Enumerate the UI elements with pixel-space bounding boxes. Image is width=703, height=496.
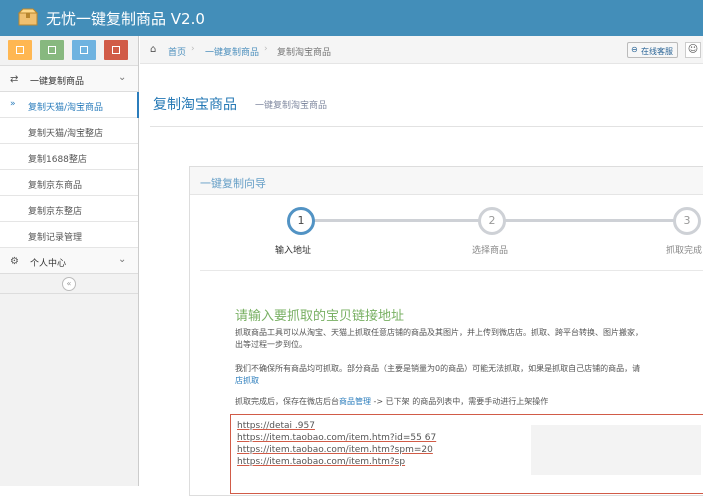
page-title: 复制淘宝商品 xyxy=(153,97,237,113)
url-line: https://item.taobao.com/item.htm?id=55 6… xyxy=(237,433,436,443)
url-line: https://item.taobao.com/item.htm?sp xyxy=(237,457,405,467)
sidebar-item-copy-tmall-taobao-product[interactable]: » 复制天猫/淘宝商品 xyxy=(0,92,139,118)
calendar-icon xyxy=(16,46,24,54)
box-logo-icon xyxy=(18,8,38,26)
sidebar-collapse-bar: « xyxy=(0,274,138,294)
book-icon xyxy=(112,46,120,54)
url-text: https://item.taobao.com/item.htm?sp xyxy=(237,457,406,467)
sidebar-item-label: 复制天猫/淘宝商品 xyxy=(28,103,104,113)
book-shortcut-button[interactable] xyxy=(104,40,128,60)
square-shortcut-button[interactable] xyxy=(40,40,64,60)
url-input-textarea[interactable]: https://detai .957 https://item.taobao.c… xyxy=(230,414,703,494)
url-line: https://detai .957 xyxy=(237,421,315,431)
step-2-circle: 2 xyxy=(478,207,506,235)
redaction-blur xyxy=(531,425,701,475)
sidebar-item-copy-records[interactable]: 复制记录管理 xyxy=(0,222,138,248)
instruction-line: 抓取商品工具可以从淘宝、天猫上抓取任意店铺的商品及其图片，并上传到微店店。抓取、… xyxy=(235,328,643,337)
step-1-label: 输入地址 xyxy=(275,246,312,256)
sidebar-group-personal-center[interactable]: ⚙ 个人中心 ⌄ xyxy=(0,248,138,274)
shuffle-icon: ⇄ xyxy=(10,74,19,85)
sidebar: ⇄ 一键复制商品 ⌄ » 复制天猫/淘宝商品 复制天猫/淘宝整店 复制1688整… xyxy=(0,36,139,486)
home-icon: ⌂ xyxy=(150,44,157,55)
breadcrumb-separator-icon: › xyxy=(264,44,268,54)
collapse-sidebar-button[interactable]: « xyxy=(62,277,76,291)
shortcut-bar xyxy=(0,36,138,66)
product-management-link[interactable]: 商品管理 xyxy=(339,397,371,406)
url-text: https://detai .957 xyxy=(237,421,315,431)
chevron-down-icon: ⌄ xyxy=(118,254,127,265)
grid-shortcut-button[interactable] xyxy=(72,40,96,60)
step-3-label: 抓取完成 xyxy=(666,246,703,256)
disclaimer-paragraph: 我们不确保所有商品均可抓取。部分商品（主要是销量为0的商品）可能无法抓取，如果是… xyxy=(235,363,703,387)
note-text: 抓取完成后，保存在微店后台 xyxy=(235,397,339,406)
wizard-title: 一键复制向导 xyxy=(200,177,266,190)
instruction-paragraph: 抓取商品工具可以从淘宝、天猫上抓取任意店铺的商品及其图片，并上传到微店店。抓取、… xyxy=(235,327,703,351)
top-header: 无忧一键复制商品 V2.0 xyxy=(0,0,703,36)
minus-circle-icon: ⊖ xyxy=(631,45,638,54)
url-prompt-heading: 请输入要抓取的宝贝链接地址 xyxy=(235,309,405,324)
sidebar-item-copy-tmall-taobao-store[interactable]: 复制天猫/淘宝整店 xyxy=(0,118,138,144)
instruction-line: 出等过程一步到位。 xyxy=(235,340,307,349)
sidebar-item-label: 复制天猫/淘宝整店 xyxy=(28,129,104,139)
copy-wizard-panel: 一键复制向导 1 2 3 输入地址 选择商品 抓取完成 请输入要抓取的宝贝链接地… xyxy=(189,166,703,496)
breadcrumb-copy-products-link[interactable]: 一键复制商品 xyxy=(205,45,259,58)
breadcrumb-current: 复制淘宝商品 xyxy=(277,48,332,58)
user-avatar-icon[interactable]: ☺ xyxy=(685,42,701,58)
active-indicator xyxy=(137,92,139,118)
sidebar-item-copy-jd-product[interactable]: 复制京东商品 xyxy=(0,170,138,196)
sidebar-group-label: 一键复制商品 xyxy=(30,77,85,87)
sidebar-group-copy-products[interactable]: ⇄ 一键复制商品 ⌄ xyxy=(0,66,138,92)
sidebar-item-label: 复制记录管理 xyxy=(28,233,83,243)
sidebar-item-label: 复制1688整店 xyxy=(28,155,87,165)
breadcrumb: ⌂ 首页 › 一键复制商品 › 复制淘宝商品 ⊖ 在线客服 ☺ xyxy=(140,36,703,64)
sidebar-item-copy-jd-store[interactable]: 复制京东整店 xyxy=(0,196,138,222)
page-subtitle: 一键复制淘宝商品 xyxy=(255,101,328,111)
sidebar-item-label: 复制京东整店 xyxy=(28,207,83,217)
sidebar-item-copy-1688-store[interactable]: 复制1688整店 xyxy=(0,144,138,170)
step-3-circle: 3 xyxy=(673,207,701,235)
sidebar-group-label: 个人中心 xyxy=(30,259,67,269)
note-text: -> 已下架 的商品列表中，需要手动进行上架操作 xyxy=(371,397,549,406)
calendar-shortcut-button[interactable] xyxy=(8,40,32,60)
submenu: » 复制天猫/淘宝商品 复制天猫/淘宝整店 复制1688整店 复制京东商品 复制… xyxy=(0,92,139,248)
store-fetch-link[interactable]: 店抓取 xyxy=(235,375,703,387)
chevron-down-icon: ⌄ xyxy=(118,72,127,83)
arrow-right-icon: » xyxy=(10,99,16,109)
post-fetch-note: 抓取完成后，保存在微店后台商品管理 -> 已下架 的商品列表中，需要手动进行上架… xyxy=(235,396,703,408)
step-2-label: 选择商品 xyxy=(472,246,509,256)
breadcrumb-separator-icon: › xyxy=(191,44,195,54)
step-1-circle: 1 xyxy=(287,207,315,235)
url-text: https://item.taobao.com/item.htm?spm=20 xyxy=(237,445,433,455)
grid-icon xyxy=(80,46,88,54)
url-line: https://item.taobao.com/item.htm?spm=20 xyxy=(237,445,433,455)
app-title: 无忧一键复制商品 V2.0 xyxy=(46,10,205,28)
divider xyxy=(150,126,703,127)
online-service-button[interactable]: ⊖ 在线客服 xyxy=(627,42,678,58)
url-text: https://item.taobao.com/item.htm?id=55 6… xyxy=(237,433,437,443)
step-connector xyxy=(310,219,490,222)
disclaimer-line: 我们不确保所有商品均可抓取。部分商品（主要是销量为0的商品）可能无法抓取，如果是… xyxy=(235,364,641,373)
online-service-label: 在线客服 xyxy=(641,47,673,56)
wizard-header: 一键复制向导 xyxy=(190,167,703,195)
square-icon xyxy=(48,46,56,54)
divider xyxy=(200,270,703,271)
gear-icon: ⚙ xyxy=(10,256,19,267)
breadcrumb-home-link[interactable]: 首页 xyxy=(168,45,186,58)
sidebar-item-label: 复制京东商品 xyxy=(28,181,83,191)
step-connector xyxy=(490,219,690,222)
